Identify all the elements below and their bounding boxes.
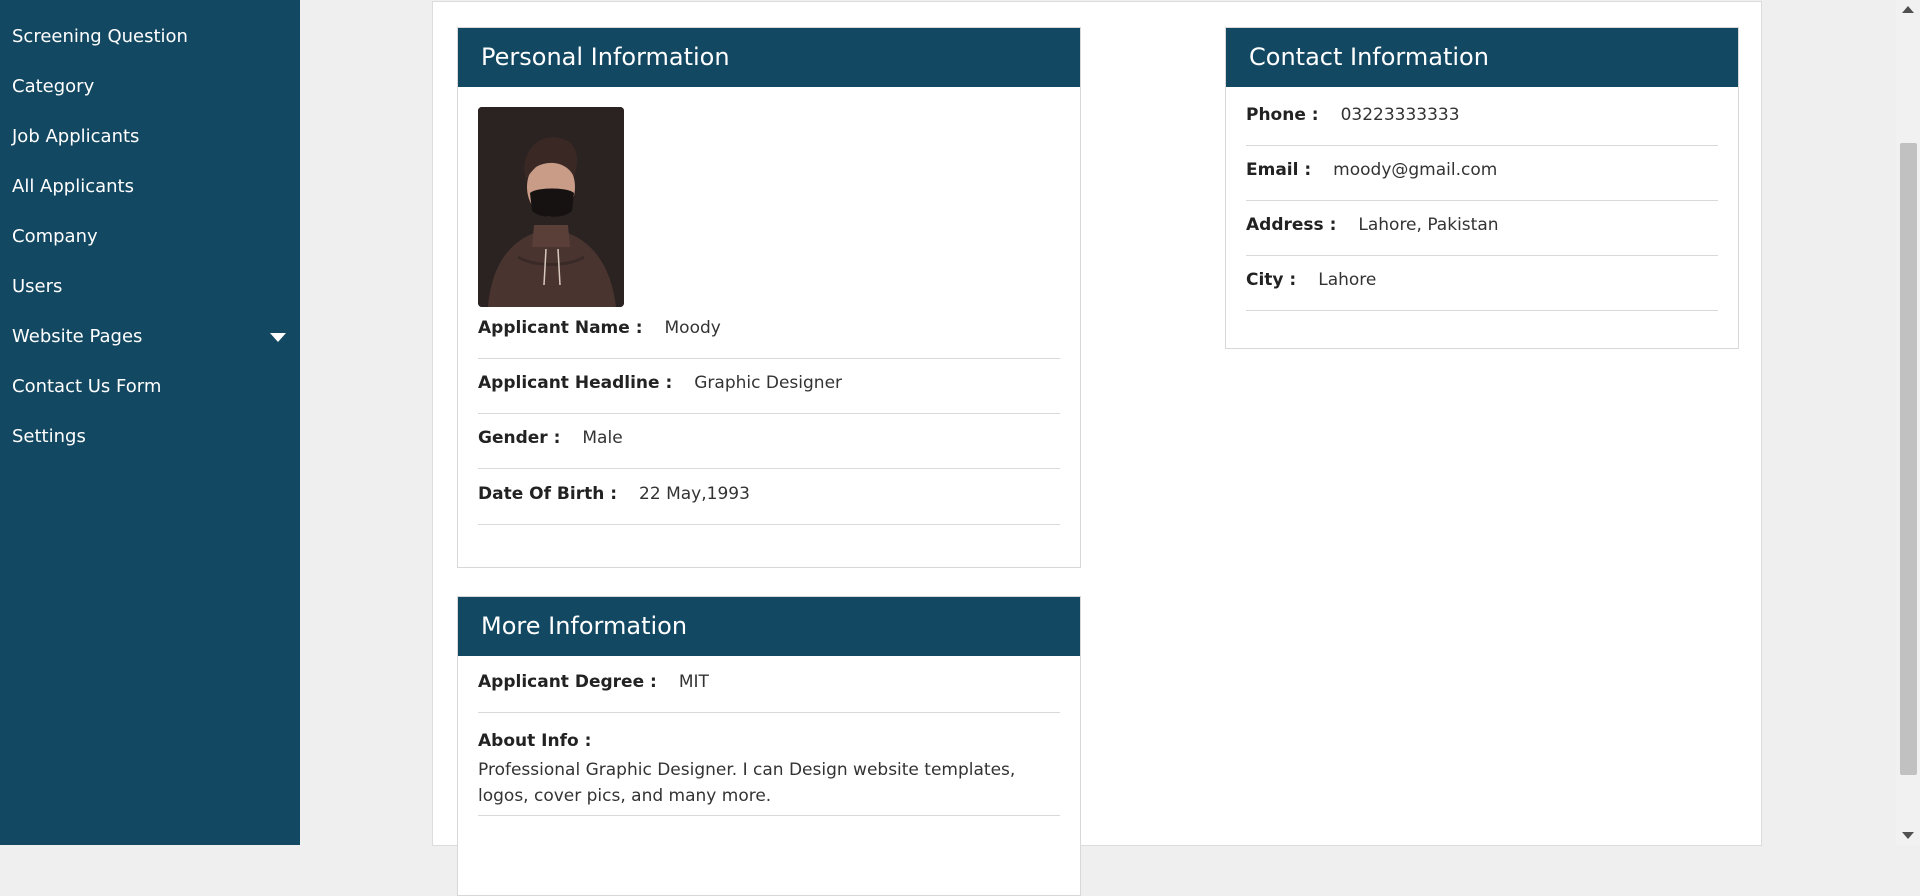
date-of-birth-field: Date Of Birth : 22 May,1993	[478, 484, 1060, 525]
gender-field: Gender : Male	[478, 428, 1060, 469]
field-label: Gender :	[478, 428, 561, 448]
vertical-scrollbar[interactable]	[1896, 0, 1920, 845]
field-value: 22 May,1993	[639, 484, 750, 504]
sidebar-item-label: Settings	[12, 426, 86, 447]
sidebar-item-label: Contact Us Form	[12, 376, 162, 397]
personal-information-card: Personal Information Applicant Name : Moo…	[457, 27, 1081, 568]
field-label: Applicant Name :	[478, 318, 643, 338]
field-label: Phone :	[1246, 105, 1319, 125]
field-label: City :	[1246, 270, 1297, 290]
sidebar-item-job-applicants[interactable]: Job Applicants	[0, 112, 300, 162]
avatar-image	[478, 107, 624, 307]
sidebar-item-label: Category	[12, 76, 95, 97]
sidebar-item-contact-us-form[interactable]: Contact Us Form	[0, 362, 300, 412]
contact-information-card: Contact Information Phone : 03223333333 E…	[1225, 27, 1739, 349]
phone-field: Phone : 03223333333	[1246, 105, 1718, 146]
sidebar-item-users[interactable]: Users	[0, 262, 300, 312]
sidebar-item-label: Company	[12, 226, 98, 247]
sidebar-item-screening-question[interactable]: Screening Question	[0, 12, 300, 62]
card-header: More Information	[458, 597, 1080, 656]
scrollbar-thumb[interactable]	[1900, 143, 1917, 775]
field-value: Professional Graphic Designer. I can Des…	[478, 760, 1016, 806]
sidebar-item-label: Screening Question	[12, 26, 188, 47]
sidebar-item-category[interactable]: Category	[0, 62, 300, 112]
more-information-card: More Information Applicant Degree : MIT A…	[457, 596, 1081, 896]
field-label: Address :	[1246, 215, 1337, 235]
content-panel: Personal Information Applicant Name : Moo…	[432, 1, 1762, 896]
address-field: Address : Lahore, Pakistan	[1246, 215, 1718, 256]
sidebar-item-label: Website Pages	[12, 326, 143, 347]
applicant-avatar	[478, 107, 624, 307]
sidebar-menu: Screening Question Category Job Applican…	[0, 0, 300, 462]
email-field: Email : moody@gmail.com	[1246, 160, 1718, 201]
sidebar: Screening Question Category Job Applican…	[0, 0, 300, 845]
sidebar-item-company[interactable]: Company	[0, 212, 300, 262]
field-value: moody@gmail.com	[1333, 160, 1498, 180]
sidebar-item-all-applicants[interactable]: All Applicants	[0, 162, 300, 212]
field-value: Moody	[664, 318, 721, 338]
card-header: Personal Information	[458, 28, 1080, 87]
sidebar-item-label: Job Applicants	[12, 126, 140, 147]
sidebar-item-settings[interactable]: Settings	[0, 412, 300, 462]
sidebar-item-label: All Applicants	[12, 176, 134, 197]
scroll-up-arrow-icon[interactable]	[1902, 6, 1914, 13]
field-label: Applicant Degree :	[478, 672, 657, 692]
field-value: Lahore	[1318, 270, 1377, 290]
sidebar-item-website-pages[interactable]: Website Pages	[0, 312, 300, 362]
field-value: MIT	[678, 672, 709, 692]
applicant-name-field: Applicant Name : Moody	[478, 318, 1060, 359]
field-label: About Info :	[478, 731, 592, 751]
city-field: City : Lahore	[1246, 270, 1718, 311]
field-label: Date Of Birth :	[478, 484, 618, 504]
field-value: Lahore, Pakistan	[1358, 215, 1499, 235]
field-label: Applicant Headline :	[478, 373, 673, 393]
field-label: Email :	[1246, 160, 1312, 180]
field-value: Graphic Designer	[694, 373, 843, 393]
sidebar-item-label: Users	[12, 276, 63, 297]
scroll-down-arrow-icon[interactable]	[1902, 832, 1914, 839]
caret-down-icon[interactable]	[270, 333, 286, 342]
card-header: Contact Information	[1226, 28, 1738, 87]
applicant-degree-field: Applicant Degree : MIT	[478, 672, 1060, 713]
about-info-field: About Info : Professional Graphic Design…	[478, 731, 1060, 816]
field-value: Male	[582, 428, 623, 448]
field-value: 03223333333	[1340, 105, 1460, 125]
applicant-headline-field: Applicant Headline : Graphic Designer	[478, 373, 1060, 414]
